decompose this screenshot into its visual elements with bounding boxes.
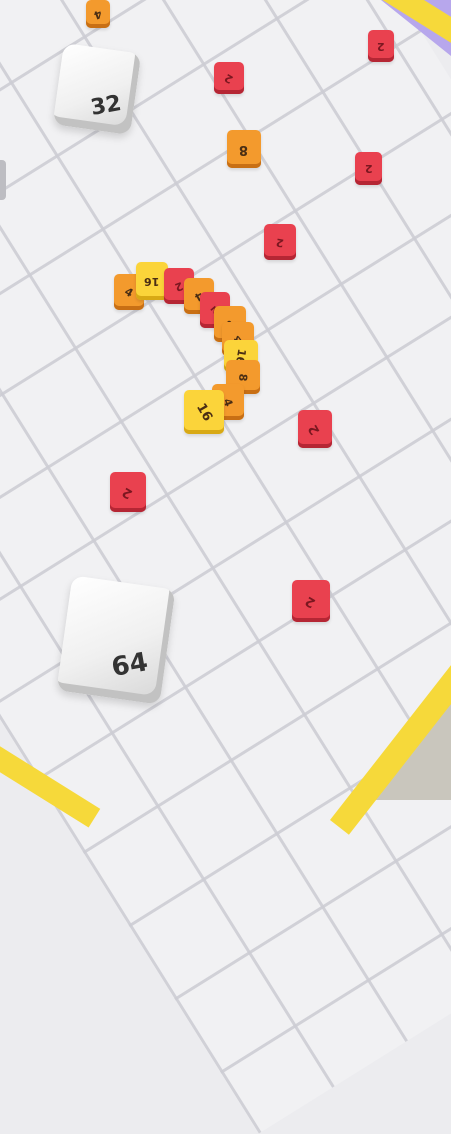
loose-cube: 2 (264, 224, 296, 260)
snake-head: 16 (184, 390, 224, 434)
loose-cube: 2 (368, 30, 394, 62)
loose-cube: 4 (86, 0, 110, 28)
loose-cube: 2 (355, 152, 382, 185)
loose-cube: 2 (298, 410, 332, 448)
loose-cube: 2 (214, 62, 244, 94)
loose-cube: 2 (292, 580, 330, 622)
offscreen-cube-edge (0, 160, 6, 200)
cube-value: 64 (109, 647, 151, 684)
loose-cube: 8 (227, 130, 261, 168)
big-cube-64: 64 (56, 575, 176, 705)
cube-value: 32 (88, 90, 124, 121)
game-board-floor (0, 0, 451, 1134)
loose-cube: 2 (110, 472, 146, 512)
big-cube-32: 32 (52, 42, 142, 136)
